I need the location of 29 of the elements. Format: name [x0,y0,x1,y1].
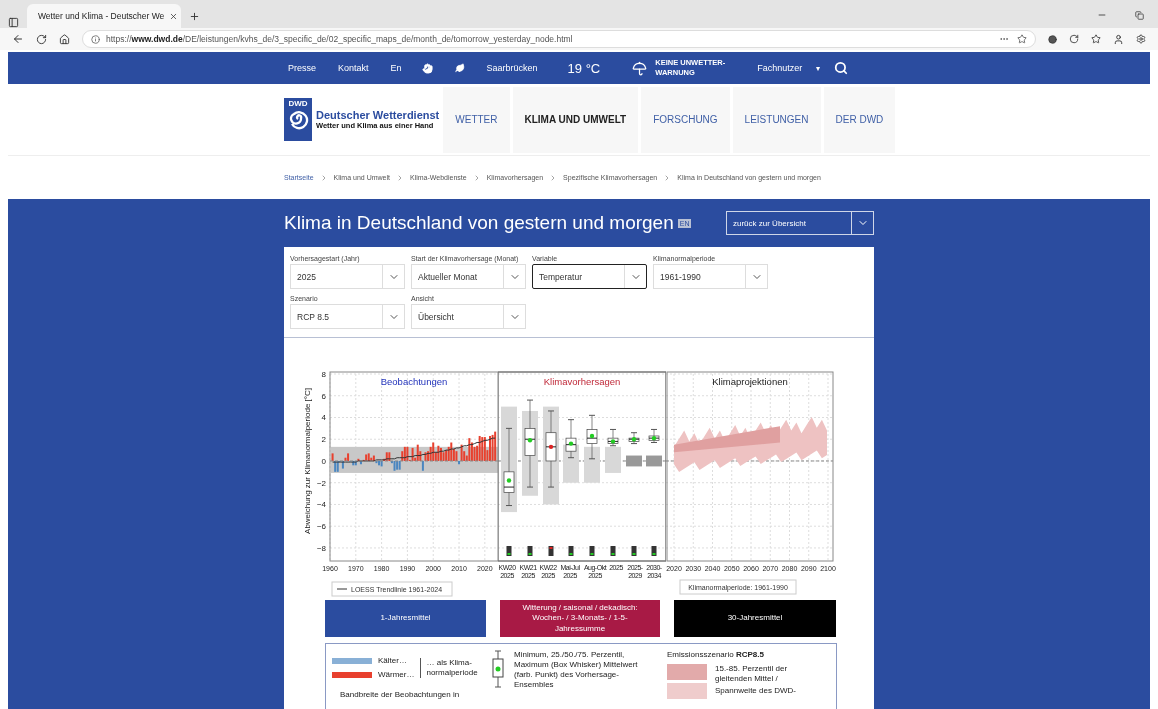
legend-text: Kälter… [378,656,407,666]
legend-text: … als Klima-normalperiode [420,658,481,678]
y-tick-label: 8 [321,370,326,379]
panel-title: Klimaprojektionen [712,376,788,387]
y-tick-label: 0 [321,457,326,466]
category-label: 30-Jahresmittel [674,600,836,637]
legend-text: Bandbreite der Beobachtungen in [340,690,461,700]
temperature-label: 19 °C [567,60,601,76]
scenario-label: Emissionsszenario RCP8.5 [667,650,765,660]
category-label: Witterung / saisonal / dekadisch: Wochen- / 3-Monats- / 1-5-Jahressumme [500,600,660,637]
page-title: Klima in Deutschland von gestern und morgen [284,212,674,234]
logo-name: Deutscher Wetterdienst [316,109,440,121]
y-tick-label: 2 [321,435,326,445]
panel-title: Beobachtungen [380,376,448,387]
panel-title: Klimavorhersagen [543,376,621,387]
legend-text: Spannweite des DWD- [715,686,797,696]
legend-text: Minimum, 25./50./75. Perzentil, Maximum (Box Whisker) Mittelwert (farb. Punkt) des Vorhersage-Ensembles [514,650,639,691]
y-tick-label: 6 [321,391,326,401]
legend-text: Wärmer… [378,670,415,680]
y-tick-label: 4 [321,413,326,423]
category-label: 1-Jahresmittel [325,600,486,637]
y-tick-label: −4 [316,500,326,510]
tab-title: Wetter und Klima - Deutscher We [38,11,165,21]
y-tick-label: −2 [316,478,326,488]
y-axis-title: Abweichung zur Klimanormalperiode [°C] [303,388,312,534]
y-tick-label: −8 [316,543,326,553]
y-tick-label: −6 [316,522,326,532]
legend-text: 15.-85. Perzentil der gleitenden Mittel / [715,664,789,684]
logo-text: DWD [288,99,308,108]
